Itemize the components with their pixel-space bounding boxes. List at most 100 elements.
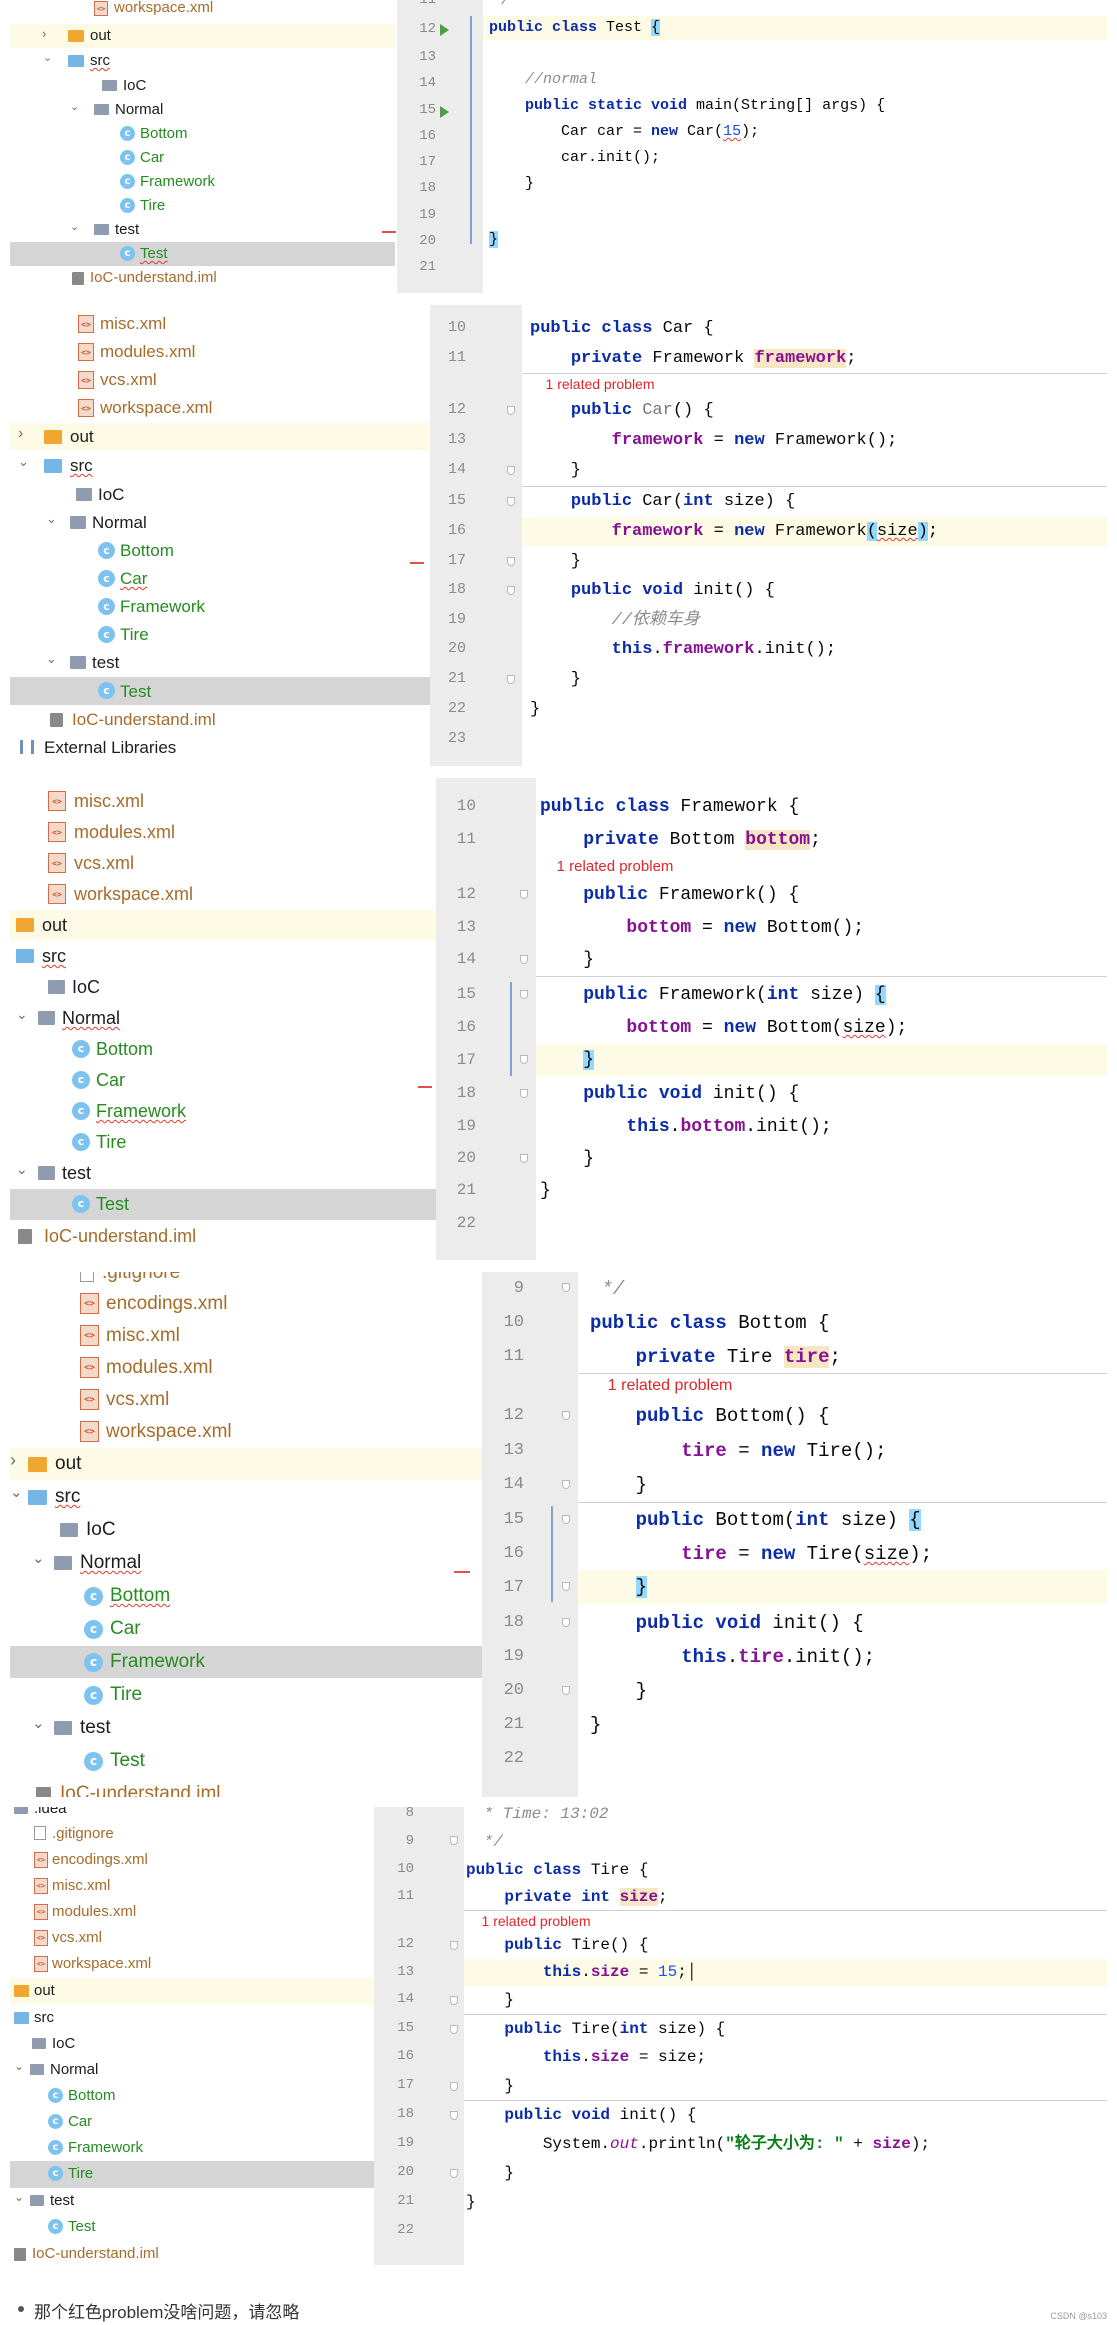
tree-item[interactable]: ⌄ test	[10, 649, 430, 676]
tree-item[interactable]: c Bottom	[10, 122, 395, 146]
fold-icon[interactable]	[507, 466, 515, 475]
fold-icon[interactable]	[520, 1089, 528, 1098]
tree-item[interactable]: c Test	[10, 1189, 436, 1220]
fold-icon[interactable]	[562, 1618, 570, 1627]
code-editor[interactable]: public class Framework { private Bottom …	[536, 778, 1107, 1260]
tree-item[interactable]: .gitignore	[10, 1272, 482, 1288]
fold-icon[interactable]	[450, 2082, 458, 2091]
fold-icon[interactable]	[562, 1686, 570, 1695]
tree-item[interactable]: <> workspace.xml	[10, 1416, 482, 1447]
tree-item[interactable]: IoC	[10, 74, 395, 98]
code-editor[interactable]: */ public class Bottom { private Tire ti…	[578, 1272, 1107, 1797]
tree-item[interactable]: ⌄ Normal	[10, 1547, 482, 1579]
fold-icon[interactable]	[450, 2111, 458, 2120]
tree-item[interactable]: src	[10, 2005, 374, 2031]
fold-icon[interactable]	[507, 406, 515, 415]
fold-icon[interactable]	[520, 1055, 528, 1064]
fold-icon[interactable]	[450, 1836, 458, 1845]
tree-item[interactable]: ⌄ Normal	[10, 98, 395, 122]
tree-item[interactable]: ⌄ test	[10, 1158, 436, 1188]
chevron-down-icon[interactable]: ⌄	[16, 1006, 28, 1023]
tree-item[interactable]: <> modules.xml	[10, 817, 436, 847]
tree-item[interactable]: c Bottom	[10, 2083, 374, 2109]
tree-item[interactable]: c Framework	[10, 1096, 436, 1126]
tree-item[interactable]: <> workspace.xml	[10, 0, 395, 20]
tree-item[interactable]: ⌄ src	[10, 1481, 482, 1513]
tree-item[interactable]: IoC-understand.iml	[10, 1778, 482, 1797]
code-editor[interactable]: public class Car { private Framework fra…	[522, 305, 1107, 766]
tree-item[interactable]: <> vcs.xml	[10, 848, 436, 878]
tree-item[interactable]: External Libraries	[10, 734, 430, 761]
tree-item[interactable]: c Framework	[10, 1646, 482, 1678]
tree-item[interactable]: c Test	[10, 242, 395, 266]
chevron-down-icon[interactable]: ⌄	[32, 1714, 45, 1732]
tree-item[interactable]: c Bottom	[10, 537, 430, 564]
chevron-right-icon[interactable]: ›	[42, 26, 46, 41]
tree-item[interactable]: c Tire	[10, 194, 395, 218]
fold-icon[interactable]	[562, 1283, 570, 1292]
chevron-down-icon[interactable]: ⌄	[14, 2190, 24, 2204]
tree-item[interactable]: c Car	[10, 1065, 436, 1095]
tree-item[interactable]: ⌄ src	[10, 49, 395, 73]
tree-item[interactable]: › out	[10, 423, 430, 450]
tree-item[interactable]: .idea	[10, 1807, 374, 1820]
tree-item[interactable]: c Bottom	[10, 1034, 436, 1064]
tree-item[interactable]: c Tire	[10, 1679, 482, 1711]
tree-item[interactable]: ⌄ test	[10, 2188, 374, 2214]
tree-item[interactable]: IoC	[10, 481, 430, 508]
tree-item[interactable]: <> encodings.xml	[10, 1847, 374, 1873]
tree-item[interactable]: <> vcs.xml	[10, 1925, 374, 1951]
chevron-down-icon[interactable]: ⌄	[16, 1161, 28, 1178]
fold-icon[interactable]	[450, 1941, 458, 1950]
tree-item[interactable]: c Test	[10, 2214, 374, 2240]
tree-item[interactable]: out	[10, 1978, 374, 2004]
problem-hint[interactable]: 1 related problem	[578, 1373, 1107, 1399]
tree-item[interactable]: c Framework	[10, 170, 395, 194]
tree-item[interactable]: › out	[10, 24, 395, 48]
fold-icon[interactable]	[450, 1996, 458, 2005]
fold-icon[interactable]	[562, 1582, 570, 1591]
fold-icon[interactable]	[520, 955, 528, 964]
tree-item[interactable]: IoC-understand.iml	[10, 1221, 436, 1251]
tree-item[interactable]: <> encodings.xml	[10, 1288, 482, 1319]
chevron-down-icon[interactable]: ⌄	[18, 454, 29, 470]
tree-item[interactable]: c Tire	[10, 2161, 374, 2188]
tree-item[interactable]: <> modules.xml	[10, 1899, 374, 1925]
tree-item[interactable]: c Framework	[10, 593, 430, 620]
problem-hint[interactable]: 1 related problem	[464, 1910, 1107, 1932]
tree-item[interactable]: ⌄ Normal	[10, 2057, 374, 2083]
tree-item[interactable]: out	[10, 910, 436, 940]
chevron-down-icon[interactable]: ⌄	[32, 1549, 45, 1567]
tree-item[interactable]: IoC-understand.iml	[10, 706, 430, 733]
fold-icon[interactable]	[507, 497, 515, 506]
tree-item[interactable]: <> workspace.xml	[10, 1951, 374, 1977]
tree-item[interactable]: <> misc.xml	[10, 786, 436, 816]
tree-item[interactable]: ⌄ Normal	[10, 1003, 436, 1033]
tree-item[interactable]: c Car	[10, 565, 430, 592]
chevron-right-icon[interactable]: ›	[18, 425, 23, 443]
tree-item[interactable]: IoC-understand.iml	[10, 2241, 374, 2265]
tree-item[interactable]: src	[10, 941, 436, 971]
chevron-down-icon[interactable]: ⌄	[10, 1483, 23, 1501]
tree-item[interactable]: c Test	[10, 1745, 482, 1777]
tree-item[interactable]: ⌄ src	[10, 452, 430, 479]
run-icon[interactable]	[440, 106, 449, 118]
fold-icon[interactable]	[562, 1515, 570, 1524]
chevron-right-icon[interactable]: ›	[10, 1450, 16, 1471]
tree-item[interactable]: <> workspace.xml	[10, 879, 436, 909]
chevron-down-icon[interactable]: ⌄	[46, 651, 57, 667]
tree-item[interactable]: <> workspace.xml	[10, 395, 430, 421]
tree-item[interactable]: ⌄ test	[10, 218, 395, 242]
fold-icon[interactable]	[562, 1411, 570, 1420]
tree-item[interactable]: <> vcs.xml	[10, 367, 430, 393]
problem-hint[interactable]: 1 related problem	[522, 373, 1107, 395]
fold-icon[interactable]	[507, 586, 515, 595]
chevron-down-icon[interactable]: ⌄	[43, 51, 52, 64]
chevron-down-icon[interactable]: ⌄	[14, 2059, 24, 2073]
tree-item[interactable]: ⌄ Normal	[10, 509, 430, 536]
problem-hint[interactable]: 1 related problem	[536, 855, 1107, 879]
fold-icon[interactable]	[520, 1154, 528, 1163]
tree-item[interactable]: <> misc.xml	[10, 1873, 374, 1899]
tree-item[interactable]: c Car	[10, 146, 395, 170]
chevron-down-icon[interactable]: ⌄	[70, 100, 79, 113]
